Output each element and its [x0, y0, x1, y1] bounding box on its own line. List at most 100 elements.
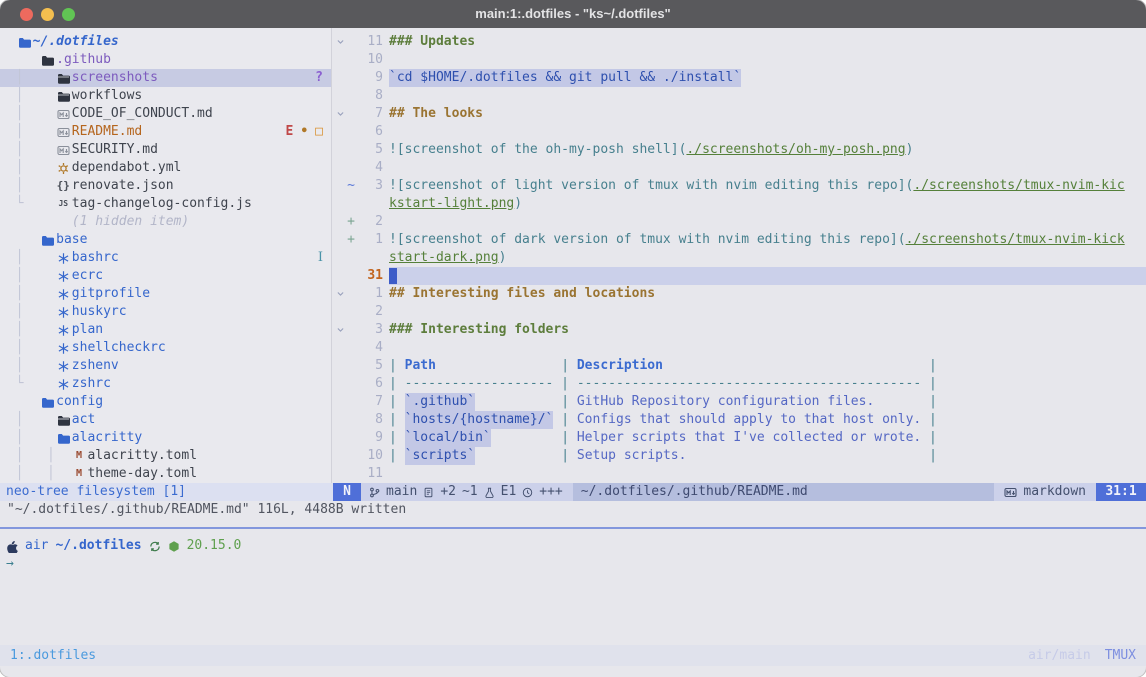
git-branch-icon: [369, 486, 380, 499]
fold-chevron-icon[interactable]: [333, 109, 345, 119]
editor-line[interactable]: 8| `hosts/{hostname}/` | Configs that sh…: [333, 411, 1146, 429]
editor-line[interactable]: 6: [333, 123, 1146, 141]
shell-input-line[interactable]: →: [0, 555, 1146, 573]
tree-item-ecrc[interactable]: │ ecrc: [0, 267, 331, 285]
line-text: | ------------------- | ----------------…: [389, 375, 1146, 393]
editor-line[interactable]: 11: [333, 465, 1146, 483]
editor-line[interactable]: 7| `.github` | GitHub Repository configu…: [333, 393, 1146, 411]
fold-chevron-icon[interactable]: [333, 37, 345, 47]
tmux-window-name[interactable]: 1:.dotfiles: [10, 647, 96, 665]
editor-line[interactable]: 31: [333, 267, 1146, 285]
line-number: 11: [357, 465, 383, 483]
editor-line[interactable]: 10: [333, 51, 1146, 69]
tree-item-plan[interactable]: │ plan: [0, 321, 331, 339]
editor-line[interactable]: kstart-light.png): [333, 195, 1146, 213]
tree-item-readme-md[interactable]: │ README.mdE•□: [0, 123, 331, 141]
tree-item-tag-changelog-config-js[interactable]: └ JStag-changelog-config.js: [0, 195, 331, 213]
diagnostics-count: E1: [501, 483, 517, 501]
line-number: 1: [357, 285, 383, 303]
editor-line[interactable]: 4: [333, 339, 1146, 357]
tree-indent-guide: │ │: [0, 447, 70, 465]
tree-item-shellcheckrc[interactable]: │ shellcheckrc: [0, 339, 331, 357]
text-segment-tdesc: Configs that should apply to that host o…: [577, 411, 921, 429]
zoom-window-button[interactable]: [62, 8, 75, 21]
tree-item-code-of-conduct-md[interactable]: │ CODE_OF_CONDUCT.md: [0, 105, 331, 123]
tree-item-workflows[interactable]: │ workflows: [0, 87, 331, 105]
close-window-button[interactable]: [20, 8, 33, 21]
tree-item-security-md[interactable]: │ SECURITY.md: [0, 141, 331, 159]
tree-item-config[interactable]: config: [0, 393, 331, 411]
shell-pane[interactable]: air ~/.dotfiles 20.15.0 →: [0, 537, 1146, 573]
tree-item-base[interactable]: base: [0, 231, 331, 249]
line-text: start-dark.png): [389, 249, 1146, 267]
neotree-file-explorer[interactable]: ~/.dotfiles .github │ screenshots? │ wor…: [0, 28, 332, 483]
git-sign-column: +: [345, 231, 357, 249]
tree-item-zshenv[interactable]: │ zshenv: [0, 357, 331, 375]
editor-line[interactable]: 9`cd $HOME/.dotfiles && git pull && ./in…: [333, 69, 1146, 87]
tree-item-alacritty[interactable]: │ alacritty: [0, 429, 331, 447]
line-number: 7: [357, 393, 383, 411]
minimize-window-button[interactable]: [41, 8, 54, 21]
editor-line[interactable]: 2: [333, 303, 1146, 321]
folder-open-icon: [39, 234, 56, 247]
tree-item-huskyrc[interactable]: │ huskyrc: [0, 303, 331, 321]
editor-line[interactable]: 7## The looks: [333, 105, 1146, 123]
line-number: 5: [357, 357, 383, 375]
folder-closed-icon: [55, 414, 72, 427]
tree-indent-guide: [0, 51, 39, 69]
editor-line[interactable]: 4: [333, 159, 1146, 177]
tree-item-label: plan: [72, 321, 103, 339]
tmux-pane-divider[interactable]: [0, 527, 1146, 529]
tree-indent-guide: │: [0, 123, 55, 141]
line-number: 8: [357, 87, 383, 105]
text-segment-code: `hosts/{hostname}/`: [405, 411, 554, 429]
editor-line[interactable]: start-dark.png): [333, 249, 1146, 267]
tree-item-alacritty-toml[interactable]: │ │ Malacritty.toml: [0, 447, 331, 465]
tree-indent-guide: [0, 393, 39, 411]
text-segment-txt: |: [921, 393, 937, 411]
text-segment-code: `.github`: [405, 393, 475, 411]
filetype-label: markdown: [1023, 483, 1086, 501]
tree-item-gitprofile[interactable]: │ gitprofile: [0, 285, 331, 303]
tree-item-theme-day-toml[interactable]: │ │ Mtheme-day.toml: [0, 465, 331, 483]
editor-line[interactable]: 1 ## Interesting files and locations: [333, 285, 1146, 303]
editor-line[interactable]: 6| ------------------- | ---------------…: [333, 375, 1146, 393]
folder-closed-icon: [55, 72, 72, 85]
editor-line[interactable]: 10| `scripts` | Setup scripts. |: [333, 447, 1146, 465]
editor-buffer[interactable]: 11### Updates109`cd $HOME/.dotfiles && g…: [333, 28, 1146, 483]
git-modified-count: ~1: [462, 483, 478, 501]
editor-line[interactable]: 8: [333, 87, 1146, 105]
tree-item-dotfiles[interactable]: ~/.dotfiles: [0, 33, 331, 51]
editor-line[interactable]: ~3![screenshot of light version of tmux …: [333, 177, 1146, 195]
fold-chevron-icon[interactable]: [333, 289, 345, 299]
tree-item-label: CODE_OF_CONDUCT.md: [72, 105, 213, 123]
editor-line[interactable]: +2: [333, 213, 1146, 231]
tree-item-dependabot-yml[interactable]: │ dependabot.yml: [0, 159, 331, 177]
vim-message-line: "~/.dotfiles/.github/README.md" 116L, 44…: [0, 501, 1146, 519]
editor-line[interactable]: 5| Path | Description |: [333, 357, 1146, 375]
fold-chevron-icon[interactable]: [333, 325, 345, 335]
editor-line[interactable]: +1![screenshot of dark version of tmux w…: [333, 231, 1146, 249]
tree-item-zshrc[interactable]: └ zshrc: [0, 375, 331, 393]
editor-line[interactable]: 11### Updates: [333, 33, 1146, 51]
folder-closed-icon: [55, 90, 72, 103]
text-segment-url: kstart-light.png: [389, 195, 514, 213]
tree-item-github[interactable]: .github: [0, 51, 331, 69]
tree-item-bashrc[interactable]: │ bashrcI: [0, 249, 331, 267]
tree-item-1-hidden-item[interactable]: (1 hidden item): [0, 213, 331, 231]
editor-line[interactable]: 5![screenshot of the oh-my-posh shell](.…: [333, 141, 1146, 159]
tree-item-act[interactable]: │ act: [0, 411, 331, 429]
node-version: 20.15.0: [187, 537, 242, 555]
editor-line[interactable]: 3### Interesting folders: [333, 321, 1146, 339]
tree-item-label: ~/.dotfiles: [33, 33, 119, 51]
text-segment-txt: |: [921, 447, 937, 465]
tree-item-screenshots[interactable]: │ screenshots?: [0, 69, 331, 87]
tree-indent-guide: │: [0, 177, 55, 195]
tree-item-renovate-json[interactable]: │ {}renovate.json: [0, 177, 331, 195]
editor-line[interactable]: 9| `local/bin` | Helper scripts that I'v…: [333, 429, 1146, 447]
line-text: ## Interesting files and locations: [389, 285, 1146, 303]
text-segment-code: `cd $HOME/.dotfiles && git pull && ./ins…: [389, 69, 741, 87]
status-badge: E: [286, 123, 294, 141]
line-text: [389, 213, 1146, 231]
status-badge: I: [318, 249, 323, 267]
